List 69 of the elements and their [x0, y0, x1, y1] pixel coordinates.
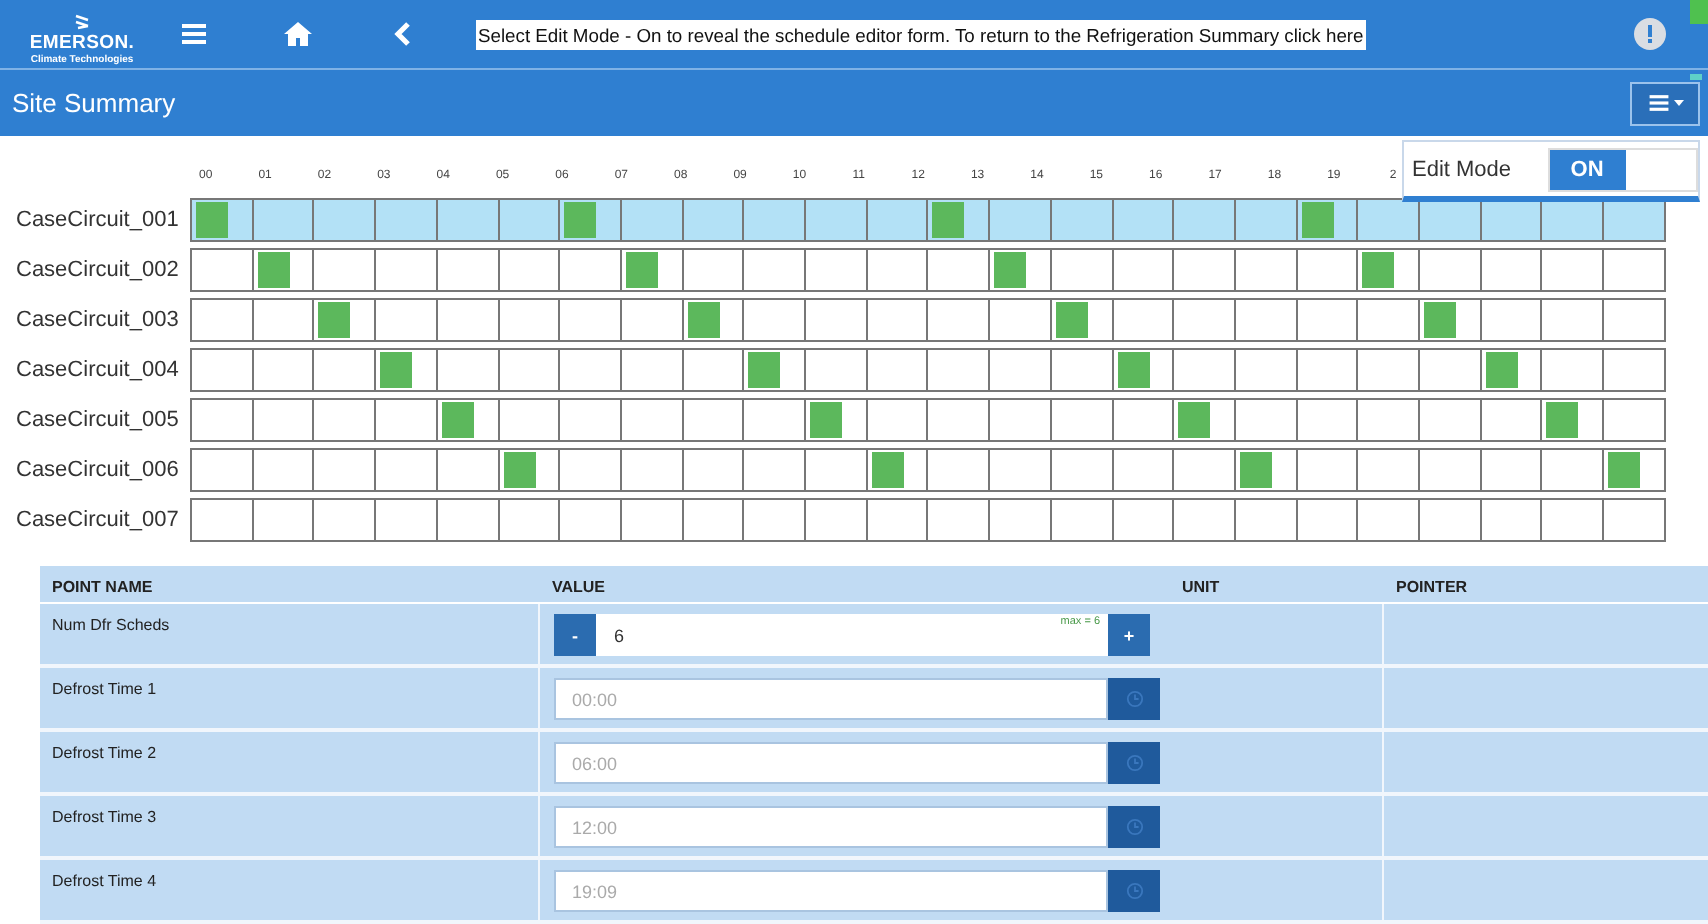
- circuit-name[interactable]: CaseCircuit_001: [16, 207, 190, 231]
- schedule-row[interactable]: [190, 197, 1666, 241]
- point-name: Defrost Time 1: [52, 680, 157, 698]
- status-indicator: [1690, 0, 1708, 24]
- circuit-name[interactable]: CaseCircuit_003: [16, 307, 190, 331]
- schedule-cell[interactable]: [1358, 249, 1421, 289]
- clock-icon: [1125, 754, 1143, 772]
- schedule-cell[interactable]: [744, 349, 807, 389]
- schedule-cell[interactable]: [1420, 299, 1482, 339]
- column-header: POINTER: [1384, 566, 1708, 604]
- alert-icon: [1634, 18, 1666, 50]
- schedule-row[interactable]: [190, 397, 1666, 441]
- schedule-cell[interactable]: [560, 199, 622, 239]
- column-header: POINT NAME: [40, 566, 540, 604]
- clock-icon: [1125, 882, 1143, 900]
- circuit-name[interactable]: CaseCircuit_005: [16, 407, 190, 431]
- schedule-cell[interactable]: [867, 449, 929, 489]
- circuit-name[interactable]: CaseCircuit_002: [16, 257, 190, 281]
- point-name: Num Dfr Scheds: [52, 616, 170, 634]
- instruction-message: Select Edit Mode - On to reveal the schedule editor form. To return to the Refrigeration Summary click here: [476, 19, 1366, 49]
- edit-mode-label: Edit Mode: [1412, 157, 1512, 181]
- schedule-cell[interactable]: [1542, 399, 1605, 439]
- schedule-cell[interactable]: [1604, 449, 1666, 489]
- page-title: Site Summary: [12, 88, 176, 118]
- schedule-cell[interactable]: [683, 299, 745, 339]
- schedule-cell[interactable]: [192, 199, 254, 239]
- schedule-row[interactable]: [190, 347, 1666, 391]
- clock-icon: [1125, 690, 1143, 708]
- menu-icon: [180, 20, 208, 48]
- schedule-cell[interactable]: [621, 249, 684, 289]
- schedule-cell[interactable]: [1113, 349, 1175, 389]
- schedule-row[interactable]: [190, 497, 1666, 541]
- circuit-name[interactable]: CaseCircuit_007: [16, 507, 190, 531]
- time-field[interactable]: 19:09: [554, 870, 1108, 912]
- schedule-cell[interactable]: [1235, 449, 1298, 489]
- time-field[interactable]: 12:00: [554, 806, 1108, 848]
- point-name: Defrost Time 2: [52, 744, 157, 762]
- schedule-cell[interactable]: [376, 349, 438, 389]
- caret-icon: [1673, 99, 1683, 107]
- menu-icon: [1647, 92, 1669, 114]
- schedule-cell[interactable]: [437, 399, 500, 439]
- schedule-row[interactable]: [190, 297, 1666, 341]
- clock-icon: [1125, 818, 1143, 836]
- point-name: Defrost Time 3: [52, 808, 157, 826]
- circuit-name[interactable]: CaseCircuit_006: [16, 457, 190, 481]
- time-field[interactable]: 00:00: [554, 678, 1108, 720]
- schedule-cell[interactable]: [1174, 399, 1236, 439]
- schedule-row[interactable]: [190, 447, 1666, 491]
- point-name: Defrost Time 4: [52, 872, 157, 890]
- edit-mode-toggle[interactable]: ON: [1547, 147, 1698, 191]
- schedule-cell[interactable]: [314, 299, 377, 339]
- schedule-cell[interactable]: [928, 199, 991, 239]
- schedule-cell[interactable]: [1051, 299, 1114, 339]
- field-value: 6: [614, 625, 625, 645]
- schedule-row[interactable]: [190, 247, 1666, 291]
- schedule-cell[interactable]: [1481, 349, 1543, 389]
- time-field[interactable]: 06:00: [554, 742, 1108, 784]
- increment-button[interactable]: +: [1108, 614, 1150, 656]
- column-header: UNIT: [1170, 566, 1384, 604]
- schedule-cell[interactable]: [499, 449, 561, 489]
- schedule-cell[interactable]: [1297, 199, 1359, 239]
- schedule-cell[interactable]: [253, 249, 315, 289]
- chevron-left-icon: [392, 20, 412, 48]
- schedule-cell[interactable]: [806, 399, 868, 439]
- schedule-cell[interactable]: [990, 249, 1052, 289]
- decrement-button[interactable]: -: [554, 614, 596, 656]
- home-icon: [282, 20, 314, 48]
- circuit-name[interactable]: CaseCircuit_004: [16, 357, 190, 381]
- column-header: VALUE: [540, 566, 1170, 604]
